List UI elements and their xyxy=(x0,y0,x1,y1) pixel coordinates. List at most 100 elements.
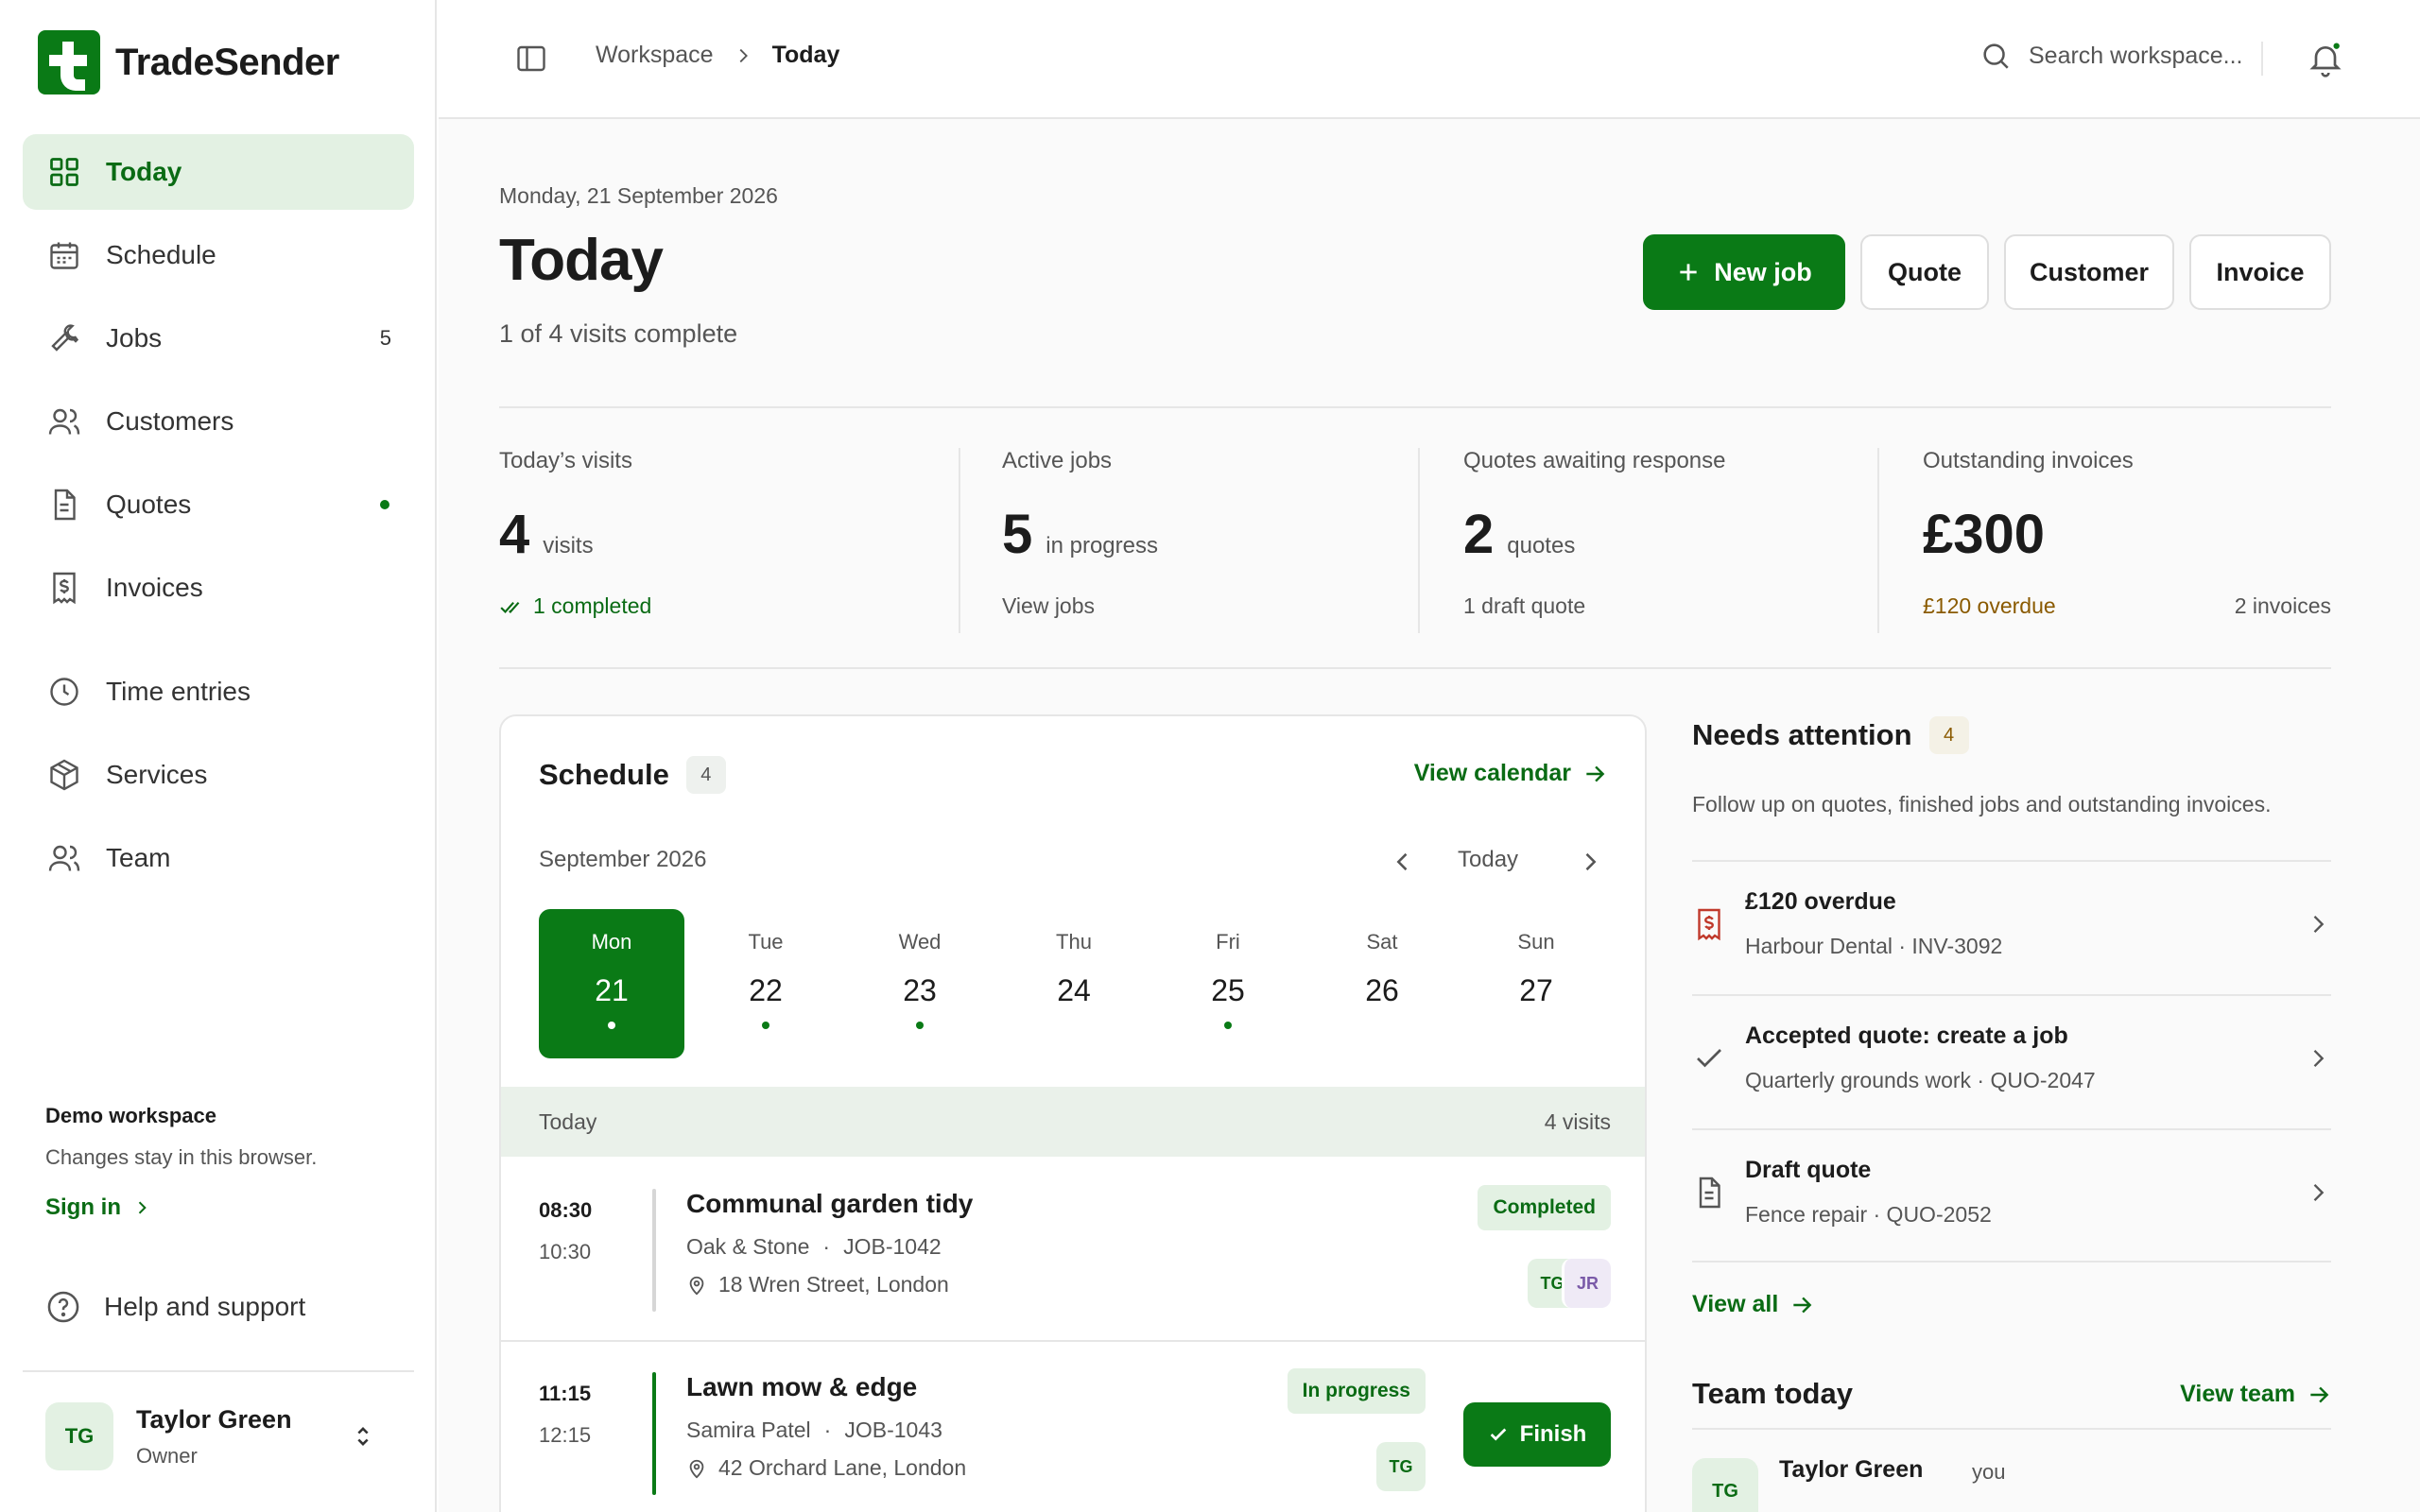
attention-count-badge: 4 xyxy=(1928,716,1969,754)
attention-item-overdue[interactable]: £120 overdue Harbour Dental · INV-3092 xyxy=(1692,860,2331,994)
sidebar-item-jobs[interactable]: Jobs 5 xyxy=(23,301,414,376)
view-calendar-link[interactable]: View calendar xyxy=(1414,760,1607,787)
view-team-link[interactable]: View team xyxy=(2180,1381,2331,1408)
document-icon xyxy=(47,488,81,522)
sidebar-item-label: Services xyxy=(106,760,208,789)
stat-label: Active jobs xyxy=(1002,448,1113,473)
day-thu[interactable]: Thu 24 xyxy=(1001,909,1147,1058)
sidebar-item-customers[interactable]: Customers xyxy=(23,384,414,459)
day-tue[interactable]: Tue 22 xyxy=(693,909,838,1058)
visit-customer-name: Oak & Stone xyxy=(686,1234,810,1259)
sidebar-item-today[interactable]: Today xyxy=(23,134,414,210)
completed-link[interactable]: 1 completed xyxy=(499,593,651,619)
sidebar-item-invoices[interactable]: Invoices xyxy=(23,550,414,626)
wrench-icon xyxy=(47,321,81,355)
visit-row[interactable]: 08:30 10:30 Communal garden tidy Oak & S… xyxy=(501,1157,1645,1342)
day-fri[interactable]: Fri 25 xyxy=(1155,909,1301,1058)
sidebar-item-team[interactable]: Team xyxy=(23,820,414,896)
day-sat[interactable]: Sat 26 xyxy=(1309,909,1455,1058)
help-and-support-link[interactable]: Help and support xyxy=(45,1289,305,1325)
sidebar-item-services[interactable]: Services xyxy=(23,737,414,813)
attention-item-title: Accepted quote: create a job xyxy=(1745,1022,2068,1049)
user-menu[interactable]: TG Taylor Green Owner xyxy=(23,1370,414,1470)
stat-label: Today’s visits xyxy=(499,448,632,473)
view-all-link[interactable]: View all xyxy=(1692,1291,2331,1318)
visit-job-number: JOB-1042 xyxy=(843,1234,942,1259)
sidebar-item-label: Jobs xyxy=(106,323,163,352)
overdue-amount[interactable]: £120 overdue xyxy=(1923,593,2056,619)
chevron-right-icon xyxy=(2305,1045,2331,1072)
next-week-icon[interactable] xyxy=(1577,849,1603,875)
day-name: Tue xyxy=(748,930,784,954)
chevron-up-down-icon[interactable] xyxy=(350,1423,376,1450)
app-logo[interactable]: TradeSender xyxy=(38,30,339,94)
notification-bell-icon[interactable] xyxy=(2307,40,2344,77)
schedule-count-badge: 4 xyxy=(685,756,726,794)
finish-visit-button[interactable]: Finish xyxy=(1463,1402,1611,1467)
page-subtitle: 1 of 4 visits complete xyxy=(499,319,738,348)
view-jobs-link[interactable]: View jobs xyxy=(1002,593,1095,619)
team-member-name: Taylor Green xyxy=(1779,1456,1924,1483)
chevron-right-icon xyxy=(132,1198,151,1217)
demo-description: Changes stay in this browser. xyxy=(45,1145,318,1169)
attention-item-subtitle: Fence repair · QUO-2052 xyxy=(1745,1202,1992,1227)
attention-item-accepted-quote[interactable]: Accepted quote: create a job Quarterly g… xyxy=(1692,994,2331,1128)
assignee-avatar: JR xyxy=(1562,1259,1611,1308)
arrow-right-icon xyxy=(1789,1293,1814,1317)
visit-status-bar xyxy=(652,1189,656,1312)
page-date: Monday, 21 September 2026 xyxy=(499,183,778,208)
customer-button[interactable]: Customer xyxy=(2004,234,2174,310)
draft-quote-link[interactable]: 1 draft quote xyxy=(1463,593,1585,619)
invoice-button[interactable]: Invoice xyxy=(2189,234,2331,310)
visit-row[interactable]: 11:15 12:15 Lawn mow & edge Samira Patel… xyxy=(501,1342,1645,1512)
sidebar-toggle-icon[interactable] xyxy=(514,42,548,76)
team-member-tag: you xyxy=(1972,1460,2006,1484)
visit-dot xyxy=(608,1022,615,1029)
map-pin-icon xyxy=(686,1457,707,1480)
search-input[interactable]: Search workspace... xyxy=(1979,40,2243,72)
attention-title: Needs attention xyxy=(1692,718,1912,751)
attention-description: Follow up on quotes, finished jobs and o… xyxy=(1692,792,2272,816)
clock-icon xyxy=(47,675,81,709)
previous-week-icon[interactable] xyxy=(1390,849,1416,875)
receipt-icon xyxy=(47,571,81,605)
today-button[interactable]: Today xyxy=(1458,847,1518,873)
map-pin-icon xyxy=(686,1274,707,1297)
day-name: Mon xyxy=(591,930,632,954)
visit-job-number: JOB-1043 xyxy=(844,1418,942,1442)
view-all-label: View all xyxy=(1692,1291,1779,1317)
users-icon xyxy=(47,404,81,438)
arrow-right-icon xyxy=(1582,762,1607,786)
invoice-icon xyxy=(1692,907,1726,941)
team-member-row[interactable]: TG Taylor Green you xyxy=(1692,1430,2331,1512)
status-badge: In progress xyxy=(1287,1368,1426,1414)
sign-in-link[interactable]: Sign in xyxy=(45,1194,317,1221)
page-title: Today xyxy=(499,228,664,293)
sidebar-item-time-entries[interactable]: Time entries xyxy=(23,654,414,730)
day-mon[interactable]: Mon 21 xyxy=(539,909,684,1058)
breadcrumb-workspace[interactable]: Workspace xyxy=(596,42,714,69)
visit-title: Lawn mow & edge xyxy=(686,1372,918,1401)
schedule-card: Schedule 4 View calendar September 2026 … xyxy=(499,714,1647,1512)
attention-item-draft-quote[interactable]: Draft quote Fence repair · QUO-2052 xyxy=(1692,1128,2331,1263)
visit-address-text: 42 Orchard Lane, London xyxy=(718,1455,967,1480)
help-icon xyxy=(45,1289,81,1325)
sidebar-item-label: Customers xyxy=(106,406,234,436)
day-date: 22 xyxy=(749,973,783,1007)
day-sun[interactable]: Sun 27 xyxy=(1463,909,1609,1058)
stat-divider xyxy=(959,448,960,633)
team-icon xyxy=(47,841,81,875)
visit-customer: Oak & Stone · JOB-1042 xyxy=(686,1234,942,1259)
new-job-label: New job xyxy=(1714,257,1812,286)
new-job-button[interactable]: New job xyxy=(1643,234,1845,310)
team-title: Team today xyxy=(1692,1377,1853,1410)
quote-button[interactable]: Quote xyxy=(1860,234,1989,310)
sidebar-item-quotes[interactable]: Quotes xyxy=(23,467,414,542)
stat-active-jobs: Active jobs 5 in progress View jobs xyxy=(1002,448,1409,633)
sidebar-item-label: Team xyxy=(106,843,171,872)
day-date: 23 xyxy=(903,973,937,1007)
day-wed[interactable]: Wed 23 xyxy=(847,909,993,1058)
main-content: Workspace Today Search workspace... Mond… xyxy=(439,0,2420,1512)
plus-icon xyxy=(1676,260,1701,284)
sidebar-item-schedule[interactable]: Schedule xyxy=(23,217,414,293)
